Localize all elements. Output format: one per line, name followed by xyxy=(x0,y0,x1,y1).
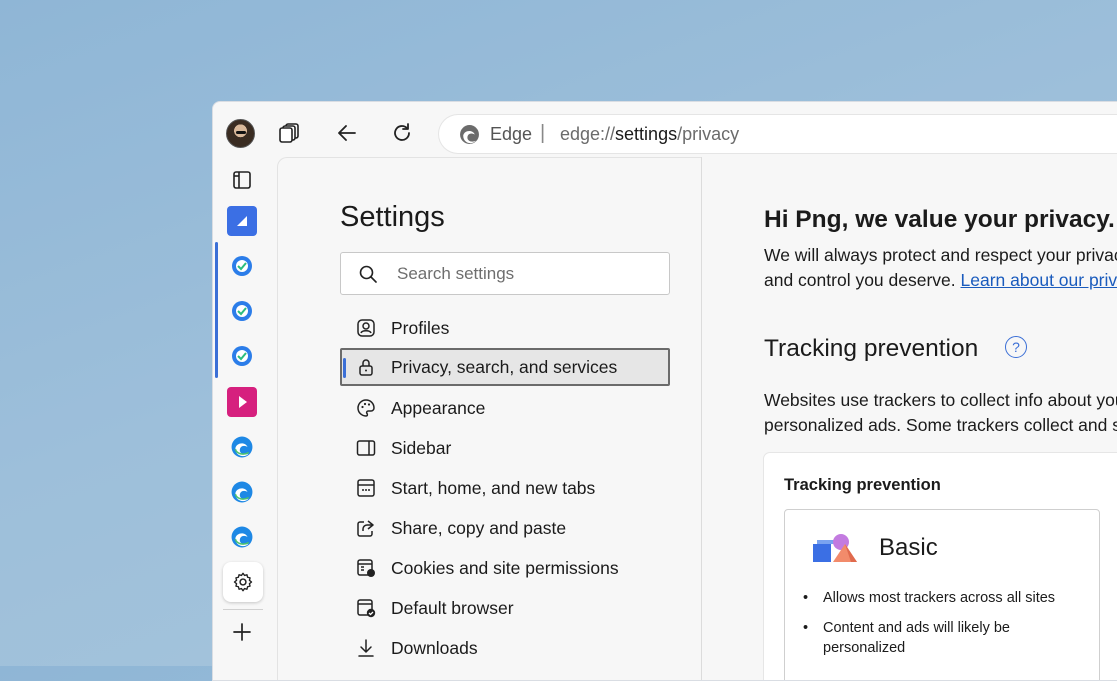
address-bar[interactable]: Edge | edge://settings/privacy xyxy=(439,115,1117,153)
sidebar xyxy=(213,158,273,680)
nav-item-cookies[interactable]: Cookies and site permissions xyxy=(340,549,670,587)
search-icon xyxy=(359,265,377,283)
app-blue-icon xyxy=(227,206,257,236)
nav-label: Profiles xyxy=(391,318,450,338)
refresh-button[interactable] xyxy=(387,118,417,148)
privacy-greeting: Hi Png, we value your privacy. xyxy=(764,206,1115,233)
gear-icon xyxy=(233,572,253,592)
lock-icon xyxy=(356,357,376,377)
address-url[interactable]: edge://settings/privacy xyxy=(560,124,739,145)
nav-item-privacy[interactable]: Privacy, search, and services xyxy=(340,348,670,386)
edge-logo-icon xyxy=(459,124,480,145)
sidebar-copilot-2[interactable] xyxy=(227,296,257,326)
basic-shapes-icon xyxy=(811,530,859,570)
vertical-tabs-icon xyxy=(233,171,251,189)
workspaces-icon xyxy=(279,123,299,143)
address-separator: | xyxy=(540,122,546,144)
browser-window: Edge | edge://settings/privacy Settings … xyxy=(212,101,1117,681)
vertical-tabs-button[interactable] xyxy=(227,165,257,195)
sidebar-edge-3[interactable] xyxy=(227,522,257,552)
option-title: Basic xyxy=(879,534,938,561)
option-bullet: Allows most trackers across all sites xyxy=(803,588,1063,608)
tracking-description: Websites use trackers to collect info ab… xyxy=(764,390,1117,435)
tracking-prevention-heading: Tracking prevention xyxy=(764,335,979,362)
search-placeholder: Search settings xyxy=(397,264,515,283)
settings-nav-panel: Settings Search settings Profiles Privac… xyxy=(277,157,702,680)
sidebar-add-button[interactable] xyxy=(227,617,257,647)
privacy-intro: We will always protect and respect your … xyxy=(764,245,1117,290)
nav-label: Share, copy and paste xyxy=(391,518,567,538)
sidebar-app-pink[interactable] xyxy=(227,387,257,417)
workspaces-button[interactable] xyxy=(275,118,305,148)
learn-privacy-link[interactable]: Learn about our priv xyxy=(961,270,1117,290)
nav-item-profiles[interactable]: Profiles xyxy=(340,309,670,347)
profiles-icon xyxy=(356,318,376,338)
app-pink-icon xyxy=(227,387,257,417)
add-icon xyxy=(233,623,251,641)
nav-label: Appearance xyxy=(391,398,486,418)
option-bullets: Allows most trackers across all sites Co… xyxy=(803,588,1063,668)
sidebar-edge-1[interactable] xyxy=(227,432,257,462)
nav-label: Sidebar xyxy=(391,438,452,458)
nav-label: Start, home, and new tabs xyxy=(391,478,596,498)
palette-icon xyxy=(356,398,376,418)
sidebar-settings-button[interactable] xyxy=(223,562,263,602)
nav-label: Downloads xyxy=(391,638,478,658)
tracking-option-basic[interactable]: Basic Allows most trackers across all si… xyxy=(784,509,1100,680)
sidebar-edge-2[interactable] xyxy=(227,477,257,507)
nav-item-default-browser[interactable]: Default browser xyxy=(340,589,670,627)
nav-item-share[interactable]: Share, copy and paste xyxy=(340,509,670,547)
sidebar-group-indicator xyxy=(215,242,218,378)
home-tabs-icon xyxy=(356,478,376,498)
nav-item-start-home[interactable]: Start, home, and new tabs xyxy=(340,469,670,507)
nav-label: Default browser xyxy=(391,598,514,618)
search-settings-input[interactable]: Search settings xyxy=(340,252,670,295)
nav-label: Privacy, search, and services xyxy=(391,357,618,377)
nav-item-downloads[interactable]: Downloads xyxy=(340,629,670,667)
profile-avatar[interactable] xyxy=(226,119,255,148)
sidebar-icon xyxy=(356,438,376,458)
tracking-prevention-card: Tracking prevention Basic Allows most tr… xyxy=(764,453,1117,680)
nav-item-appearance[interactable]: Appearance xyxy=(340,389,670,427)
sidebar-app-blue[interactable] xyxy=(227,206,257,236)
option-bullet: Content and ads will likely be personali… xyxy=(803,618,1063,658)
nav-label: Cookies and site permissions xyxy=(391,558,619,578)
back-button[interactable] xyxy=(332,118,362,148)
copilot-icon xyxy=(232,256,252,276)
copilot-icon xyxy=(232,346,252,366)
share-icon xyxy=(356,518,376,538)
sidebar-copilot-1[interactable] xyxy=(227,251,257,281)
card-title: Tracking prevention xyxy=(784,476,941,494)
nav-item-sidebar[interactable]: Sidebar xyxy=(340,429,670,467)
sidebar-copilot-3[interactable] xyxy=(227,341,257,371)
back-arrow-icon xyxy=(338,125,356,141)
edge-icon xyxy=(231,481,253,503)
download-icon xyxy=(356,638,376,658)
cookies-icon xyxy=(356,558,376,578)
help-icon[interactable]: ? xyxy=(1005,336,1027,358)
privacy-content: Hi Png, we value your privacy. We will a… xyxy=(702,158,1117,680)
edge-icon xyxy=(231,526,253,548)
refresh-icon xyxy=(394,123,410,141)
settings-title: Settings xyxy=(340,201,445,233)
address-brand: Edge xyxy=(490,124,533,144)
default-browser-icon xyxy=(356,598,376,618)
sidebar-divider xyxy=(223,609,263,610)
copilot-icon xyxy=(232,301,252,321)
edge-icon xyxy=(231,436,253,458)
